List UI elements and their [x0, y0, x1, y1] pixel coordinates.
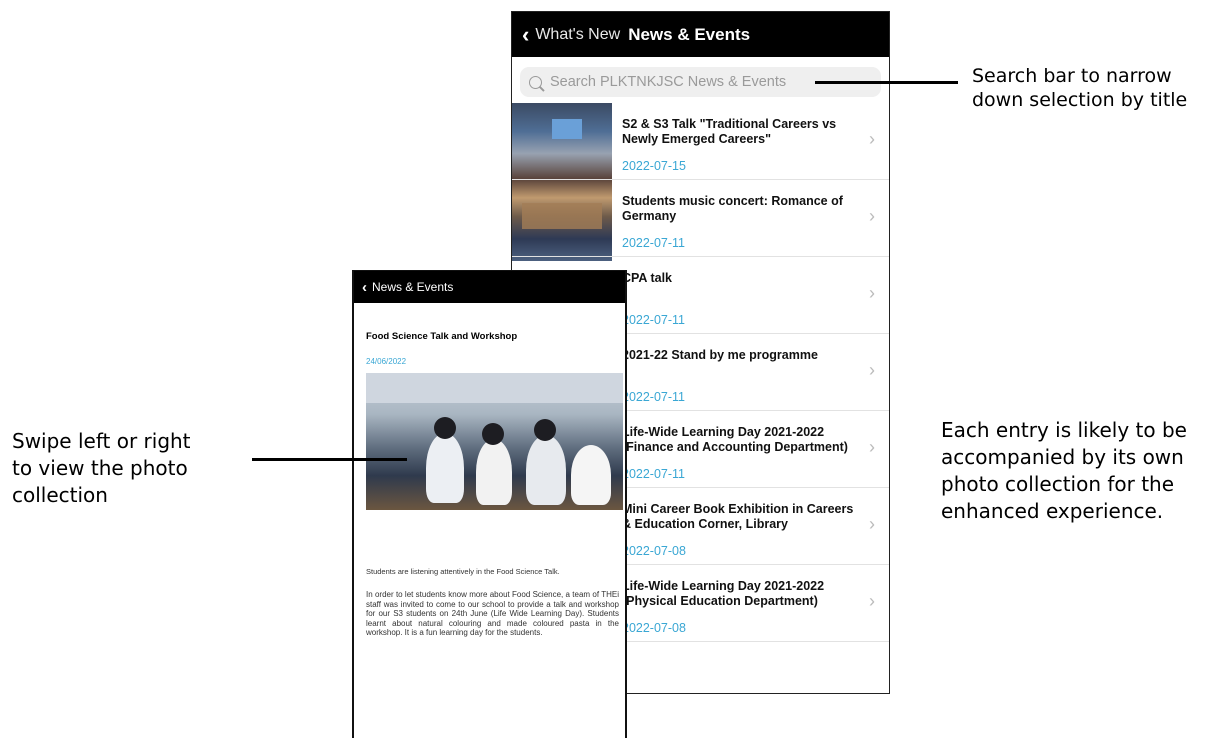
item-date: 2022-07-08	[622, 544, 686, 558]
chevron-right-icon: ›	[869, 591, 875, 611]
item-title: Life-Wide Learning Day 2021-2022 (Physic…	[622, 579, 825, 608]
item-title: CPA talk	[622, 271, 673, 285]
chevron-right-icon: ›	[869, 437, 875, 457]
item-title: Students music concert: Romance of Germa…	[622, 194, 843, 223]
photo-carousel[interactable]	[366, 373, 623, 510]
chevron-right-icon: ›	[869, 514, 875, 534]
chevron-left-icon[interactable]: ‹	[522, 23, 529, 46]
chevron-right-icon: ›	[869, 360, 875, 380]
item-date: 2022-07-11	[622, 236, 686, 250]
swipe-leader-line	[252, 458, 407, 461]
search-annotation: Search bar to narrow down selection by t…	[972, 65, 1188, 111]
chevron-right-icon: ›	[869, 283, 875, 303]
item-date: 2022-07-11	[622, 467, 686, 481]
item-date: 2022-07-11	[622, 313, 686, 327]
item-title: 2021-22 Stand by me programme	[622, 348, 818, 362]
chevron-right-icon: ›	[869, 129, 875, 149]
article-body: In order to let students know more about…	[366, 590, 619, 638]
back-button[interactable]: What's New	[535, 26, 620, 44]
entry-annotation: Each entry is likely to be accompanied b…	[941, 418, 1187, 523]
article-date: 24/06/2022	[366, 357, 407, 366]
news-detail-screen: ‹ News & Events Food Science Talk and Wo…	[352, 270, 627, 738]
item-date: 2022-07-08	[622, 621, 686, 635]
item-date: 2022-07-15	[622, 159, 686, 173]
item-date: 2022-07-11	[622, 390, 686, 404]
page-title: News & Events	[628, 24, 751, 44]
list-item[interactable]: S2 & S3 Talk "Traditional Careers vs New…	[512, 103, 889, 180]
chevron-right-icon: ›	[869, 206, 875, 226]
list-item[interactable]: Students music concert: Romance of Germa…	[512, 180, 889, 257]
search-leader-line	[815, 81, 958, 84]
chevron-left-icon[interactable]: ‹	[362, 279, 367, 296]
nav-bar: ‹ News & Events	[354, 271, 625, 303]
back-button[interactable]: News & Events	[372, 280, 453, 294]
item-title: S2 & S3 Talk "Traditional Careers vs New…	[622, 117, 837, 146]
nav-bar: ‹ What's New News & Events	[512, 12, 889, 57]
swipe-annotation: Swipe left or right to view the photo co…	[12, 429, 191, 507]
article-title: Food Science Talk and Workshop	[366, 331, 518, 342]
search-placeholder: Search PLKTNKJSC News & Events	[550, 74, 787, 90]
item-title: Life-Wide Learning Day 2021-2022 (Financ…	[622, 425, 848, 454]
item-title: Mini Career Book Exhibition in Careers &…	[622, 502, 854, 531]
search-icon	[529, 75, 542, 89]
photo-caption: Students are listening attentively in th…	[366, 567, 560, 576]
